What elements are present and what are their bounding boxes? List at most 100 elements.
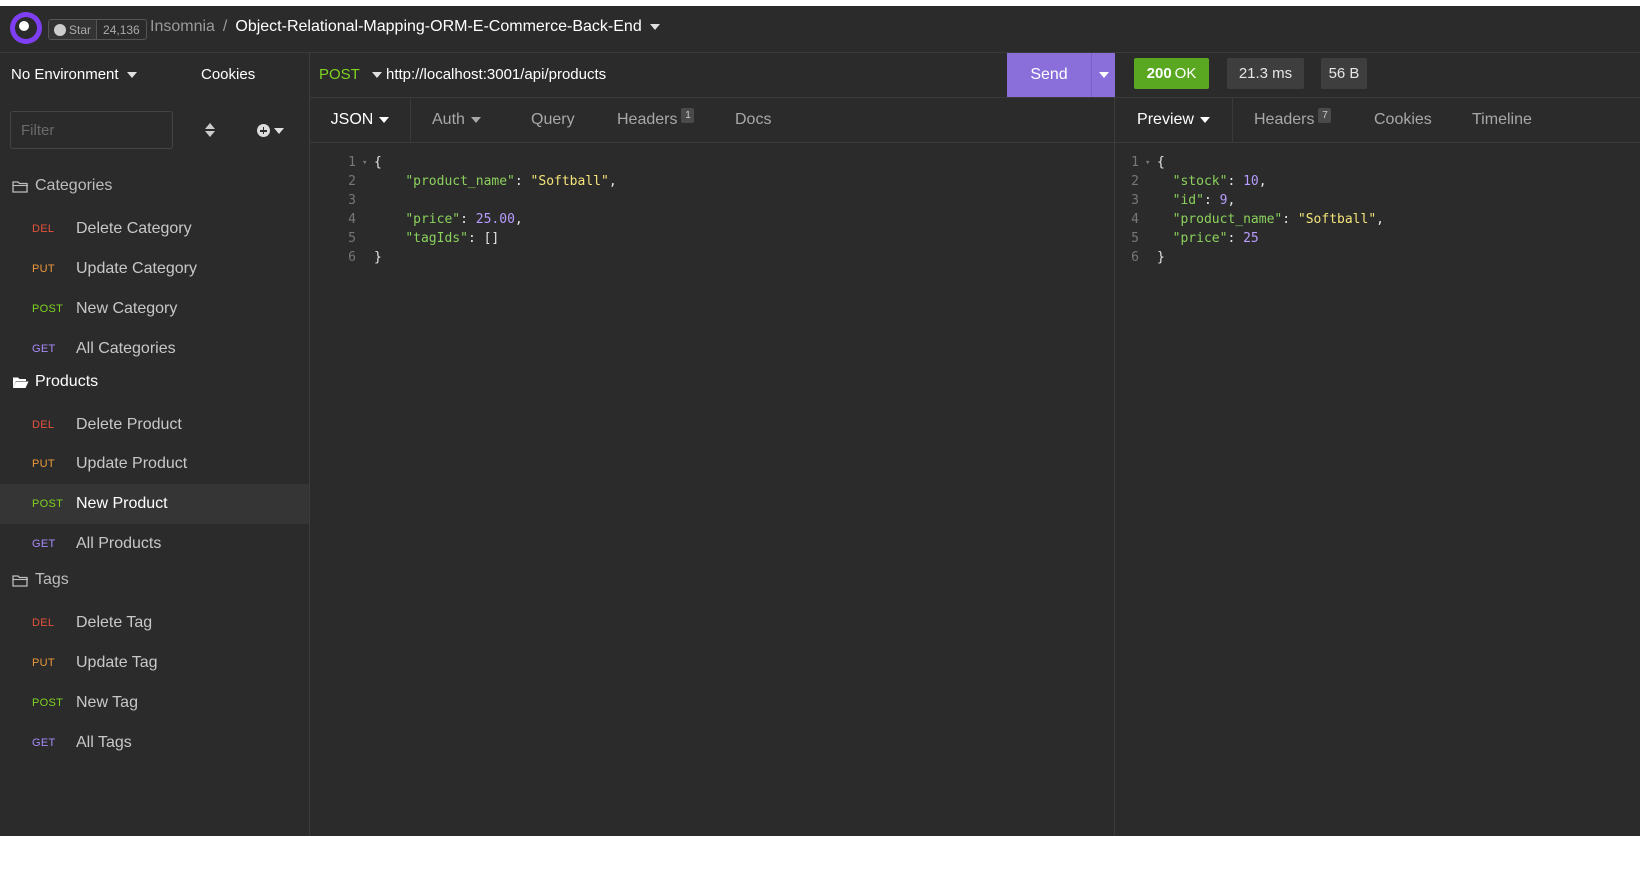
- tab-response-headers[interactable]: Headers 7: [1254, 98, 1332, 142]
- chevron-down-icon: [126, 71, 137, 78]
- environment-label: No Environment: [11, 66, 119, 83]
- code-text: ,: [608, 174, 617, 189]
- request-name: Update Category: [76, 260, 197, 277]
- request-name: Update Tag: [76, 654, 158, 671]
- request-item[interactable]: GET All Categories: [0, 329, 309, 369]
- line-number: 6: [348, 250, 356, 265]
- github-icon: [54, 23, 66, 36]
- json-key: "product_name": [405, 174, 515, 189]
- line-number: 4: [1131, 212, 1139, 227]
- top-bar: Star 24,136 Insomnia / Object-Relational…: [0, 6, 1640, 53]
- status-badge: 200 OK: [1134, 58, 1209, 89]
- request-body-editor[interactable]: 1 ▾{ 2 "product_name": "Softball", 3 4 "p…: [310, 153, 617, 267]
- method-badge: GET: [32, 343, 56, 355]
- add-request-button[interactable]: [257, 124, 284, 137]
- request-item[interactable]: POST New Category: [0, 289, 309, 329]
- github-star-button[interactable]: Star 24,136: [48, 19, 147, 40]
- tab-query[interactable]: Query: [531, 98, 575, 142]
- insomnia-logo-icon[interactable]: [10, 12, 42, 44]
- folder-label: Tags: [35, 571, 69, 588]
- filter-input[interactable]: [10, 111, 173, 149]
- environment-row: No Environment Cookies: [0, 53, 309, 97]
- code-text: :: [467, 231, 484, 246]
- fold-arrow-icon[interactable]: ▾: [362, 158, 374, 168]
- request-item[interactable]: PUT Update Tag: [0, 643, 309, 683]
- json-key: "tagIds": [405, 231, 468, 246]
- request-name: Delete Product: [76, 416, 182, 433]
- method-badge: DEL: [32, 617, 55, 629]
- json-value: 25: [1243, 231, 1259, 246]
- request-name: All Tags: [76, 734, 132, 751]
- tab-label: JSON: [330, 111, 374, 128]
- chevron-down-icon: [379, 117, 390, 123]
- code-text: {: [374, 155, 382, 170]
- method-label: POST: [319, 66, 360, 83]
- method-badge: DEL: [32, 419, 55, 431]
- github-star-label: Star: [69, 22, 92, 37]
- folder-categories[interactable]: Categories: [12, 177, 112, 195]
- url-input[interactable]: http://localhost:3001/api/products: [386, 66, 606, 83]
- request-item[interactable]: POST New Tag: [0, 683, 309, 723]
- request-item-active[interactable]: POST New Product: [0, 484, 309, 524]
- send-button[interactable]: Send: [1007, 53, 1091, 97]
- breadcrumb-project[interactable]: Object-Relational-Mapping-ORM-E-Commerce…: [235, 18, 641, 36]
- fold-arrow-icon[interactable]: ▾: [1145, 158, 1157, 168]
- folder-tags[interactable]: Tags: [12, 571, 69, 589]
- json-key: "id": [1172, 193, 1204, 208]
- sort-icon[interactable]: [205, 123, 215, 139]
- cookies-button[interactable]: Cookies: [201, 66, 255, 83]
- tab-response-cookies[interactable]: Cookies: [1374, 98, 1432, 142]
- code-text: ,: [1376, 212, 1384, 227]
- tab-timeline[interactable]: Timeline: [1472, 98, 1532, 142]
- request-item[interactable]: DEL Delete Tag: [0, 603, 309, 643]
- line-number: 2: [1131, 174, 1139, 189]
- line-number: 3: [348, 193, 356, 208]
- request-item[interactable]: GET All Tags: [0, 723, 309, 763]
- tab-label: Preview: [1137, 111, 1194, 128]
- request-item[interactable]: PUT Update Category: [0, 249, 309, 289]
- method-badge: POST: [32, 697, 64, 709]
- request-item[interactable]: PUT Update Product: [0, 444, 309, 484]
- chevron-down-icon: [371, 71, 382, 78]
- tab-headers[interactable]: Headers 1: [617, 98, 695, 142]
- response-size: 56 B: [1321, 58, 1367, 89]
- chevron-down-icon: [1199, 117, 1210, 123]
- method-badge: GET: [32, 737, 56, 749]
- github-star-count: 24,136: [103, 22, 140, 37]
- tab-body[interactable]: JSON: [310, 98, 411, 142]
- status-text: OK: [1174, 65, 1197, 82]
- line-number: 5: [1131, 231, 1139, 246]
- request-item[interactable]: DEL Delete Product: [0, 405, 309, 445]
- response-body-viewer: 1 ▾{ 2 "stock": 10, 3 "id": 9, 4 "product…: [1115, 153, 1384, 267]
- code-text: }: [1157, 250, 1165, 265]
- tab-preview[interactable]: Preview: [1115, 98, 1233, 142]
- method-selector[interactable]: POST: [319, 66, 382, 83]
- breadcrumb-separator: /: [222, 18, 228, 35]
- folder-icon: [12, 574, 29, 587]
- json-value: "Softball": [530, 174, 609, 189]
- folder-label: Products: [35, 373, 99, 390]
- send-options-button[interactable]: [1091, 53, 1115, 97]
- request-name: New Product: [76, 495, 168, 512]
- tab-docs[interactable]: Docs: [735, 98, 771, 142]
- line-number: 1: [348, 155, 356, 170]
- code-text: :: [1227, 174, 1244, 189]
- folder-products[interactable]: Products: [12, 373, 98, 391]
- code-text: ,: [1227, 193, 1236, 208]
- headers-count-badge: 7: [1318, 107, 1332, 123]
- environment-selector[interactable]: No Environment: [11, 66, 137, 83]
- tab-auth[interactable]: Auth: [432, 98, 481, 142]
- code-text: :: [1203, 193, 1220, 208]
- code-text: {: [1157, 155, 1165, 170]
- request-item[interactable]: DEL Delete Category: [0, 209, 309, 249]
- method-badge: POST: [32, 303, 64, 315]
- sidebar: No Environment Cookies Categories DEL De…: [0, 53, 310, 836]
- json-key: "price": [1172, 231, 1228, 246]
- headers-count-badge: 1: [681, 107, 695, 123]
- project-dropdown-chevron-down-icon[interactable]: [649, 24, 660, 30]
- breadcrumb-app[interactable]: Insomnia: [150, 18, 215, 36]
- request-item[interactable]: GET All Products: [0, 524, 309, 564]
- code-text: ,: [514, 212, 523, 227]
- tab-label: Headers: [1254, 111, 1315, 128]
- method-badge: PUT: [32, 263, 55, 275]
